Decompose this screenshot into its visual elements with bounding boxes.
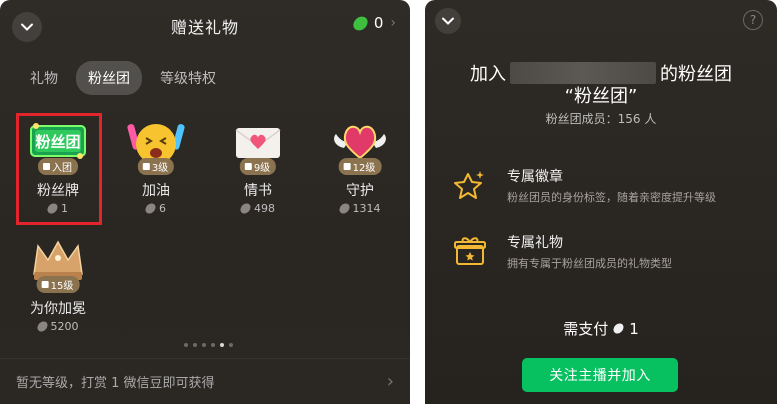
level-badge: 12级 [338,158,382,175]
page-dot [211,343,215,347]
feature-desc: 拥有专属于粉丝团成员的礼物类型 [507,257,672,270]
level-hint-text: 暂无等级，打赏 1 微信豆即可获得 [16,376,215,391]
follow-and-join-button[interactable]: 关注主播并加入 [522,358,678,392]
gift-price: 6 [112,201,200,216]
pay-value: 1 [629,319,639,338]
gift-item-cheer[interactable]: 3级 加油 6 [112,114,200,224]
level-badge: 9级 [239,158,277,175]
bean-icon [35,319,49,334]
level-hint-bar[interactable]: 暂无等级，打赏 1 微信豆即可获得 › [0,358,410,404]
club-name: “粉丝团” [564,86,638,107]
balance-value: 0 [373,14,384,32]
balance-button[interactable]: 0 › [351,13,396,33]
lock-icon [41,281,49,288]
payment-amount: 需支付 1 [425,318,777,339]
gift-price: 5200 [14,319,102,334]
selection-highlight [16,113,102,225]
page-indicator [184,343,233,347]
feature-desc: 粉丝团员的身份标签，随着亲密度提升等级 [507,191,716,204]
gift-name: 守护 [346,183,374,199]
gift-price: 498 [214,201,302,216]
gift-item-guard[interactable]: 12级 守护 1314 [316,114,404,224]
pay-label: 需支付 [563,320,609,338]
panel-title: 赠送礼物 [170,18,239,37]
page-dot [229,343,233,347]
chevron-right-icon: › [386,371,394,392]
bean-icon [337,201,351,216]
tab-bar: 礼物 粉丝团 等级特权 [18,61,228,95]
gift-item-crown[interactable]: 15级 为你加冕 5200 [14,232,102,342]
level-badge: 15级 [36,276,80,293]
bean-icon [239,201,252,216]
lock-icon [142,163,150,170]
gift-price: 1314 [316,201,404,216]
bean-icon [144,201,157,216]
page-dot [202,343,206,347]
gift-panel: 赠送礼物 0 › 礼物 粉丝团 等级特权 粉丝团 入团 粉丝牌 1 3级 加油 [0,0,410,404]
bean-icon [612,321,626,336]
chevron-down-icon [442,17,454,25]
gift-name: 情书 [244,183,272,199]
redacted-host-name [510,62,656,84]
wechat-bean-icon [351,13,370,33]
page-dot [193,343,197,347]
help-button[interactable]: ? [743,10,763,30]
feature-exclusive-gift: 专属礼物 拥有专属于粉丝团成员的礼物类型 [453,232,753,272]
member-count: 粉丝团成员：156 人 [545,112,657,126]
star-badge-icon [454,171,484,199]
fan-club-join-panel: ? 加入 的粉丝团 “粉丝团” 粉丝团成员：156 人 专属徽章 粉丝团员的身份… [425,0,777,404]
feature-exclusive-badge: 专属徽章 粉丝团员的身份标签，随着亲密度提升等级 [453,166,753,206]
tab-fan-club[interactable]: 粉丝团 [76,61,142,95]
tab-gifts[interactable]: 礼物 [18,61,70,95]
lock-icon [343,163,351,170]
level-badge: 3级 [137,158,175,175]
page-dot [184,343,188,347]
gift-item-love-letter[interactable]: 9级 情书 498 [214,114,302,224]
page-dot-active [220,343,224,347]
lock-icon [244,163,252,170]
gift-name: 加油 [142,183,170,199]
feature-title: 专属徽章 [507,169,563,185]
collapse-button[interactable] [435,8,461,34]
gift-name: 为你加冕 [30,301,86,317]
tab-level-privileges[interactable]: 等级特权 [148,61,228,95]
chevron-right-icon: › [390,15,396,31]
feature-title: 专属礼物 [507,235,563,251]
gift-box-icon [454,237,486,265]
